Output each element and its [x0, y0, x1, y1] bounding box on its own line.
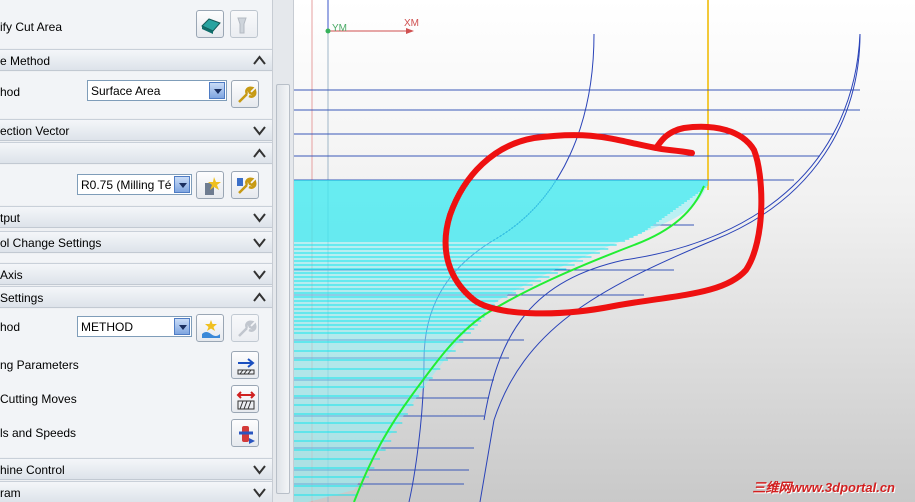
cutting-parameters-label: ng Parameters: [0, 358, 79, 372]
wrench-icon: [238, 320, 257, 337]
cyan-toolpath: [294, 180, 708, 502]
display-cut-area-button[interactable]: [230, 10, 258, 38]
wcs-axes: YM XM: [325, 0, 419, 34]
toolpath-scene: YM XM: [294, 0, 861, 502]
section-tool-axis[interactable]: Axis: [0, 263, 272, 285]
section-projection-vector-title: ection Vector: [0, 124, 70, 138]
chevron-up-icon: [253, 148, 266, 158]
feeds-speeds-button[interactable]: [231, 419, 259, 447]
chevron-down-icon: [253, 465, 266, 475]
method-label: hod: [0, 85, 21, 99]
section-machine-control[interactable]: hine Control: [0, 458, 272, 480]
spacer: [0, 254, 272, 262]
tool-select-value: R0.75 (Milling Té: [81, 178, 172, 192]
chevron-down-icon: [253, 213, 266, 223]
chevron-down-icon: [253, 270, 266, 280]
chevron-down-icon: [209, 82, 225, 99]
section-path-settings-title: Settings: [0, 291, 44, 305]
path-method-label: hod: [0, 320, 21, 334]
method-select[interactable]: Surface Area: [87, 80, 227, 101]
edit-tool-button[interactable]: [231, 171, 259, 199]
axis-label-ym: YM: [332, 23, 347, 34]
specify-cut-area-label: ify Cut Area: [0, 20, 63, 34]
drive-method-row: hod Surface Area: [0, 72, 272, 118]
axis-label-xm: XM: [404, 18, 419, 29]
non-cutting-moves-button[interactable]: [231, 385, 259, 413]
path-method-select-value: METHOD: [81, 320, 133, 334]
chevron-down-icon: [253, 126, 266, 136]
chevron-down-icon: [253, 238, 266, 248]
wrench-icon: [238, 86, 257, 103]
section-tool-change-title: ol Change Settings: [0, 236, 102, 250]
chevron-up-icon: [253, 292, 266, 302]
chevron-down-icon: [253, 488, 266, 498]
chevron-up-icon: [253, 55, 266, 65]
tool-select[interactable]: R0.75 (Milling Té: [77, 174, 192, 195]
new-method-button[interactable]: [196, 314, 224, 342]
method-icon: [202, 320, 220, 338]
operation-dialog-panel: ify Cut Area e Method hod Surface Area e…: [0, 0, 272, 502]
non-cutting-moves-label: Cutting Moves: [0, 392, 77, 406]
section-program[interactable]: ram: [0, 481, 272, 502]
section-program-title: ram: [0, 486, 21, 500]
graphics-viewport[interactable]: YM XM 三维网www.3dportal.cn: [294, 0, 915, 502]
section-projection-vector[interactable]: ection Vector: [0, 119, 272, 141]
path-settings-body: hod METHOD ng Parameters Cutting Moves l…: [0, 309, 272, 457]
panel-scrollbar[interactable]: [272, 0, 294, 502]
specify-cut-area-row: ify Cut Area: [0, 0, 272, 48]
path-method-select[interactable]: METHOD: [77, 316, 192, 337]
new-tool-icon: [205, 177, 221, 195]
cutting-parameters-button[interactable]: [231, 351, 259, 379]
edit-drive-method-button[interactable]: [231, 80, 259, 108]
section-drive-method[interactable]: e Method: [0, 49, 272, 71]
new-tool-button[interactable]: [196, 171, 224, 199]
chevron-down-icon: [174, 176, 190, 193]
scrollbar-thumb[interactable]: [276, 84, 290, 494]
section-tool-output-title: tput: [0, 211, 21, 225]
section-tool[interactable]: [0, 142, 272, 164]
chevron-down-icon: [174, 318, 190, 335]
watermark: 三维网www.3dportal.cn: [752, 480, 895, 495]
select-cut-area-button[interactable]: [196, 10, 224, 38]
feeds-speeds-label: ls and Speeds: [0, 426, 77, 440]
section-path-settings[interactable]: Settings: [0, 286, 272, 308]
non-cutting-moves-icon: [236, 391, 256, 410]
tool-row: R0.75 (Milling Té: [0, 165, 272, 205]
cut-area-icon: [201, 18, 221, 34]
edit-tool-icon: [237, 177, 257, 194]
section-tool-output[interactable]: tput: [0, 206, 272, 228]
cutting-parameters-icon: [237, 358, 255, 375]
section-tool-axis-title: Axis: [0, 268, 23, 282]
section-drive-method-title: e Method: [0, 54, 51, 68]
feeds-speeds-icon: [239, 426, 255, 444]
edit-method-button[interactable]: [231, 314, 259, 342]
method-select-value: Surface Area: [91, 84, 161, 98]
section-machine-control-title: hine Control: [0, 463, 65, 477]
flashlight-icon: [237, 17, 247, 34]
section-tool-change-settings[interactable]: ol Change Settings: [0, 231, 272, 253]
